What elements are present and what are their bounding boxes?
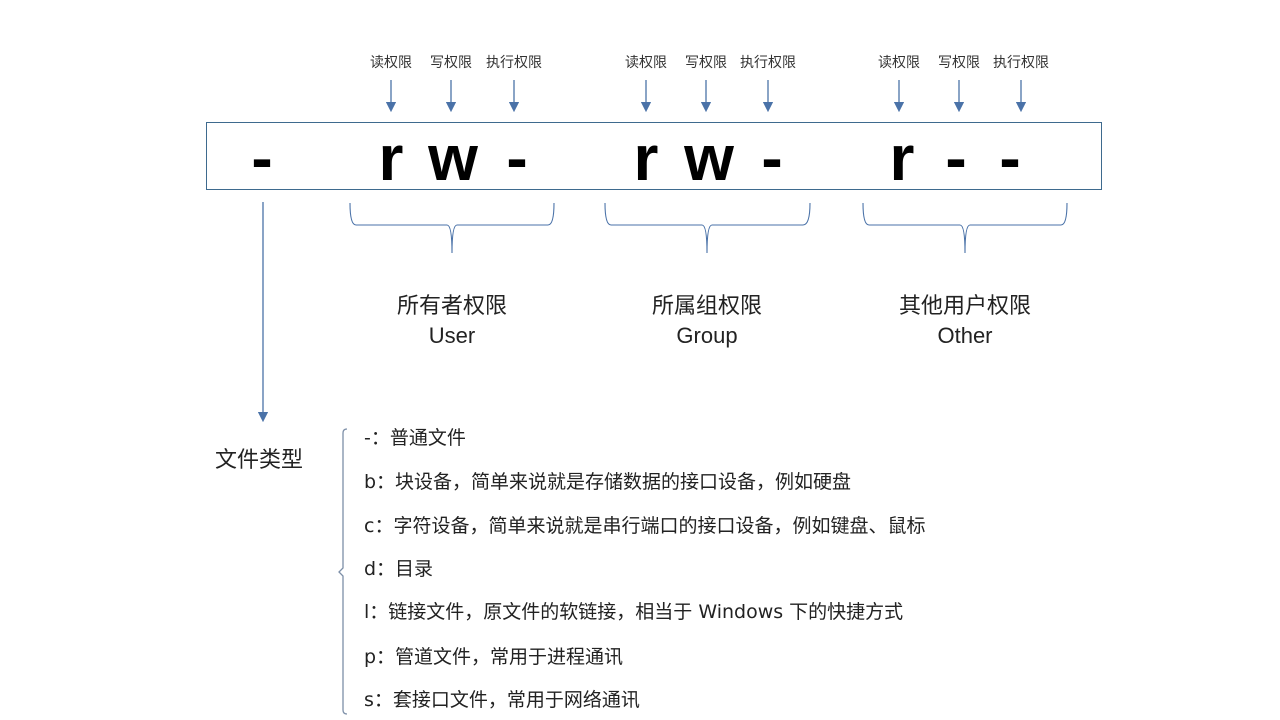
file-type-label: 文件类型 xyxy=(215,448,304,473)
file-type-item: -：普通文件 xyxy=(364,427,466,449)
file-type-item: p：管道文件，常用于进程通讯 xyxy=(364,646,624,668)
char-other-exec: - xyxy=(999,122,1021,194)
brace-other xyxy=(862,202,1068,254)
file-type-item: d：目录 xyxy=(364,558,434,580)
label-user-write: 写权限 xyxy=(430,55,472,71)
group-subtitle-group: Group xyxy=(676,323,738,348)
char-group-write: w xyxy=(684,122,734,194)
label-other-exec: 执行权限 xyxy=(993,55,1049,71)
char-group-read: r xyxy=(633,122,659,194)
file-type-item: b：块设备，简单来说就是存储数据的接口设备，例如硬盘 xyxy=(364,471,852,493)
char-user-write: w xyxy=(428,122,478,194)
file-type-item: s：套接口文件，常用于网络通讯 xyxy=(364,689,640,711)
label-group-exec: 执行权限 xyxy=(740,55,796,71)
file-type-item: l：链接文件，原文件的软链接，相当于 Windows 下的快捷方式 xyxy=(364,601,904,623)
char-user-read: r xyxy=(378,122,404,194)
label-user-read: 读权限 xyxy=(370,55,412,71)
group-subtitle-user: User xyxy=(428,323,476,348)
label-other-write: 写权限 xyxy=(938,55,980,71)
char-file-type: - xyxy=(251,122,273,194)
brace-file-types xyxy=(338,428,348,715)
brace-user xyxy=(349,202,555,254)
label-group-read: 读权限 xyxy=(625,55,667,71)
group-subtitle-other: Other xyxy=(937,323,993,348)
char-other-write: - xyxy=(945,122,967,194)
group-title-other: 其他用户权限 xyxy=(898,294,1032,319)
label-other-read: 读权限 xyxy=(878,55,920,71)
file-type-item: c：字符设备，简单来说就是串行端口的接口设备，例如键盘、鼠标 xyxy=(364,515,926,537)
char-other-read: r xyxy=(889,122,915,194)
group-title-group: 所属组权限 xyxy=(651,294,763,319)
char-user-exec: - xyxy=(506,122,528,194)
label-group-write: 写权限 xyxy=(685,55,727,71)
brace-group xyxy=(604,202,811,254)
char-group-exec: - xyxy=(761,122,783,194)
label-user-exec: 执行权限 xyxy=(486,55,542,71)
group-title-user: 所有者权限 xyxy=(396,294,508,319)
